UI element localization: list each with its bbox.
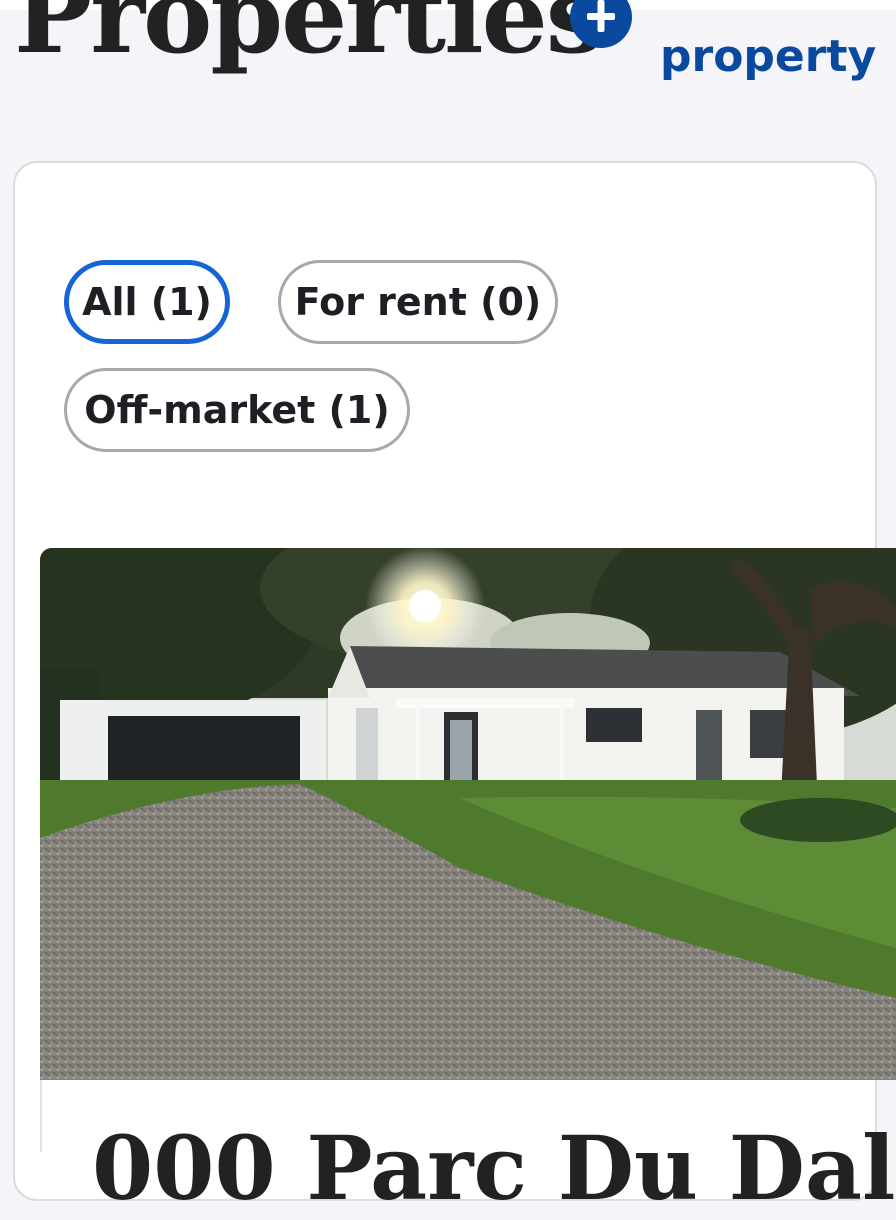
add-property-label: property [660, 31, 877, 82]
listing-photo[interactable] [40, 548, 896, 1080]
page-title: Properties [14, 0, 604, 77]
add-property-button[interactable]: property [568, 0, 888, 86]
filter-off-market[interactable]: Off-market (1) [64, 368, 410, 452]
filter-all[interactable]: All (1) [64, 260, 230, 344]
filter-for-rent[interactable]: For rent (0) [278, 260, 558, 344]
listing-address[interactable]: 000 Parc Du Dali [92, 1118, 896, 1218]
plus-circle-icon [570, 0, 632, 48]
